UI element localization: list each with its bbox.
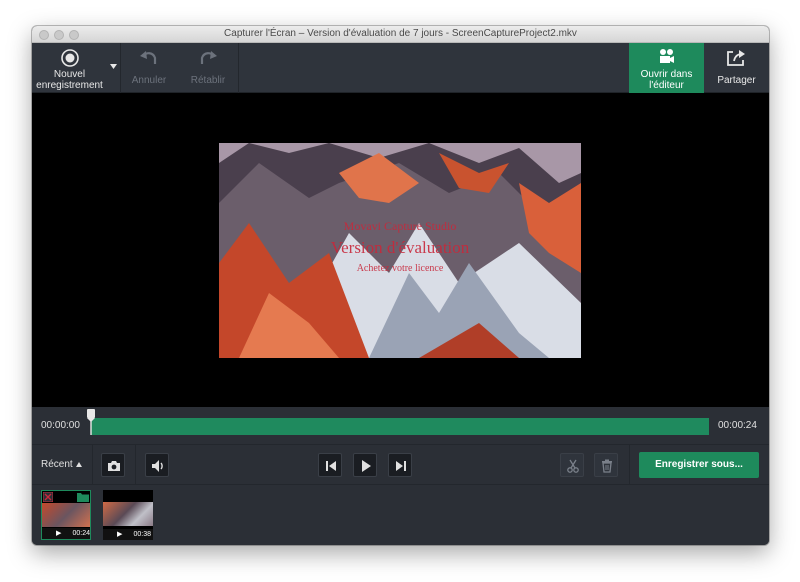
skip-back-icon [326, 461, 336, 471]
current-time: 00:00:00 [41, 420, 80, 431]
skip-back-button[interactable] [318, 453, 342, 477]
play-icon: ▶ [56, 530, 62, 537]
cut-button[interactable] [560, 453, 584, 477]
thumbnail-info: ▶ 00:24 [42, 528, 90, 539]
watermark-line-1: Movavi Capture Studio [343, 219, 457, 233]
playhead-handle[interactable] [87, 409, 95, 435]
share-button[interactable]: Partager [704, 43, 769, 93]
save-as-button[interactable]: Enregistrer sous... [639, 452, 759, 478]
video-preview: Movavi Capture Studio Version d'évaluati… [32, 93, 769, 407]
window-title: Capturer l'Écran – Version d'évaluation … [224, 28, 577, 39]
camera-icon [108, 461, 120, 471]
folder-icon[interactable] [77, 492, 89, 502]
new-recording-label-2: enregistrement [36, 80, 103, 91]
app-window: Capturer l'Écran – Version d'évaluation … [32, 26, 769, 545]
title-bar: Capturer l'Écran – Version d'évaluation … [32, 26, 769, 43]
record-icon [61, 49, 79, 67]
new-recording-label-1: Nouvel [53, 69, 86, 80]
timeline-track[interactable] [91, 418, 709, 435]
thumbnail-duration: 00:38 [133, 531, 151, 538]
skip-forward-icon [396, 461, 406, 471]
snapshot-button[interactable] [101, 453, 125, 477]
share-label: Partager [717, 75, 756, 86]
scissors-icon [567, 459, 579, 473]
delete-button[interactable] [594, 453, 618, 477]
film-editor-icon [660, 49, 674, 63]
playback-controls: Récent Enregistrer sous... [32, 445, 769, 485]
undo-label: Annuler [131, 75, 167, 86]
watermark-line-2: Version d'évaluation [330, 238, 470, 257]
play-button[interactable] [353, 453, 377, 477]
recent-recordings: ▶ 00:24 ▶ 00:38 [32, 485, 769, 545]
new-recording-button[interactable]: Nouvel enregistrement [32, 43, 107, 93]
redo-icon [200, 51, 217, 64]
play-icon [362, 460, 371, 472]
recording-thumbnail-1[interactable]: ▶ 00:24 [41, 490, 91, 540]
skip-forward-button[interactable] [388, 453, 412, 477]
close-icon[interactable] [43, 492, 53, 502]
undo-button[interactable]: Annuler [122, 43, 176, 93]
thumbnail-image [103, 502, 153, 526]
open-editor-label-1: Ouvrir dans [640, 69, 693, 80]
watermark-line-3: Achetez votre licence [356, 263, 444, 274]
chevron-up-icon [76, 462, 82, 467]
new-recording-dropdown[interactable] [107, 43, 120, 93]
toolbar: Nouvel enregistrement Annuler Rétablir O… [32, 43, 769, 93]
share-icon [727, 50, 745, 66]
open-editor-label-2: l'éditeur [649, 80, 684, 91]
timeline: 00:00:00 00:00:24 [32, 407, 769, 445]
thumbnail-info: ▶ 00:38 [103, 529, 153, 540]
total-time: 00:00:24 [718, 420, 757, 431]
thumbnail-duration: 00:24 [72, 530, 90, 537]
recording-thumbnail-2[interactable]: ▶ 00:38 [103, 490, 153, 540]
recent-label: Récent [41, 459, 73, 470]
video-frame: Movavi Capture Studio Version d'évaluati… [219, 143, 581, 358]
undo-icon [140, 51, 157, 64]
trash-icon [602, 459, 612, 473]
recent-toggle[interactable]: Récent [32, 445, 92, 485]
play-icon: ▶ [117, 531, 123, 538]
thumbnail-image [42, 503, 90, 527]
redo-button[interactable]: Rétablir [178, 43, 238, 93]
volume-button[interactable] [145, 453, 169, 477]
redo-label: Rétablir [190, 75, 226, 86]
open-in-editor-button[interactable]: Ouvrir dans l'éditeur [629, 43, 704, 93]
chevron-down-icon [110, 64, 117, 69]
speaker-icon [152, 460, 163, 472]
